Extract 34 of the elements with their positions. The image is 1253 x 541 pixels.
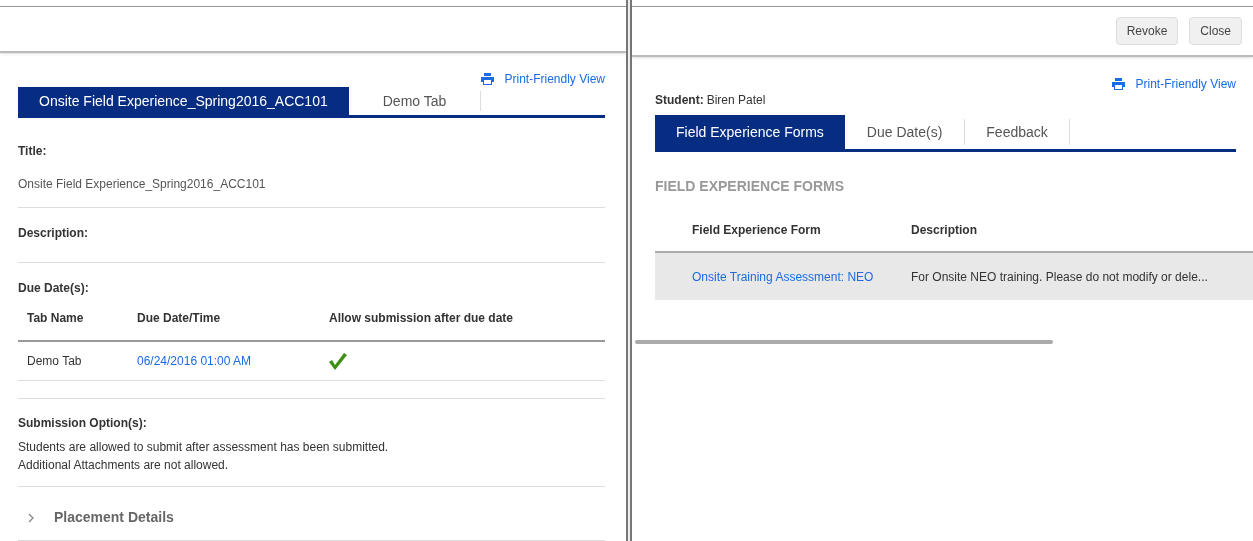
option-text: Additional Attachments are not allowed.	[18, 457, 230, 474]
form-link[interactable]: Onsite Training Assessment: NEO	[692, 269, 874, 284]
column-header: Field Experience Form	[692, 222, 822, 239]
date-link[interactable]: 06/24/2016 01:00 AM	[137, 354, 252, 368]
header-button[interactable]: Revoke	[1115, 17, 1179, 45]
student-name: Biren Patel	[706, 93, 766, 107]
section-heading: FIELD EXPERIENCE FORMS	[655, 177, 846, 196]
print-friendly-link[interactable]: Print-Friendly View	[1135, 75, 1236, 93]
tab[interactable]: Onsite Field Experience_Spring2016_ACC101	[18, 87, 349, 115]
table-row[interactable]: Onsite Training Assessment: NEO For Onsite NEO training. Please do not modify or dele...	[655, 253, 1253, 300]
student-label: Student:	[655, 93, 704, 107]
scrollbar[interactable]	[635, 340, 1053, 344]
printer-icon	[1111, 78, 1125, 90]
column-header: Description	[911, 222, 978, 239]
print-friendly-link[interactable]: Print-Friendly View	[504, 70, 605, 88]
tab[interactable]: Demo Tab	[348, 91, 482, 111]
column-header: Tab Name	[27, 310, 85, 327]
option-text: Students are allowed to submit after assessment has been submitted.	[18, 439, 390, 456]
chevron-icon[interactable]	[26, 512, 36, 523]
printer-icon	[480, 73, 494, 85]
section-toggle[interactable]: Placement Details	[54, 507, 174, 528]
tab[interactable]: Due Date(s)	[844, 119, 966, 145]
field-label: Description:	[18, 225, 89, 242]
tab[interactable]: Feedback	[965, 119, 1070, 145]
column-header: Allow submission after due date	[329, 310, 515, 327]
field-value: Onsite Field Experience_Spring2016_ACC101	[18, 176, 267, 193]
header-button[interactable]: Close	[1189, 17, 1242, 45]
field-label: Submission Option(s):	[18, 415, 148, 432]
field-label: Title:	[18, 143, 48, 160]
field-label: Due Date(s):	[18, 280, 90, 297]
table-cell-text: Demo Tab	[27, 353, 83, 370]
column-header: Due Date/Time	[137, 310, 222, 327]
tab[interactable]: Field Experience Forms	[655, 115, 845, 149]
description-text: For Onsite NEO training. Please do not modify or dele...	[911, 269, 1208, 284]
